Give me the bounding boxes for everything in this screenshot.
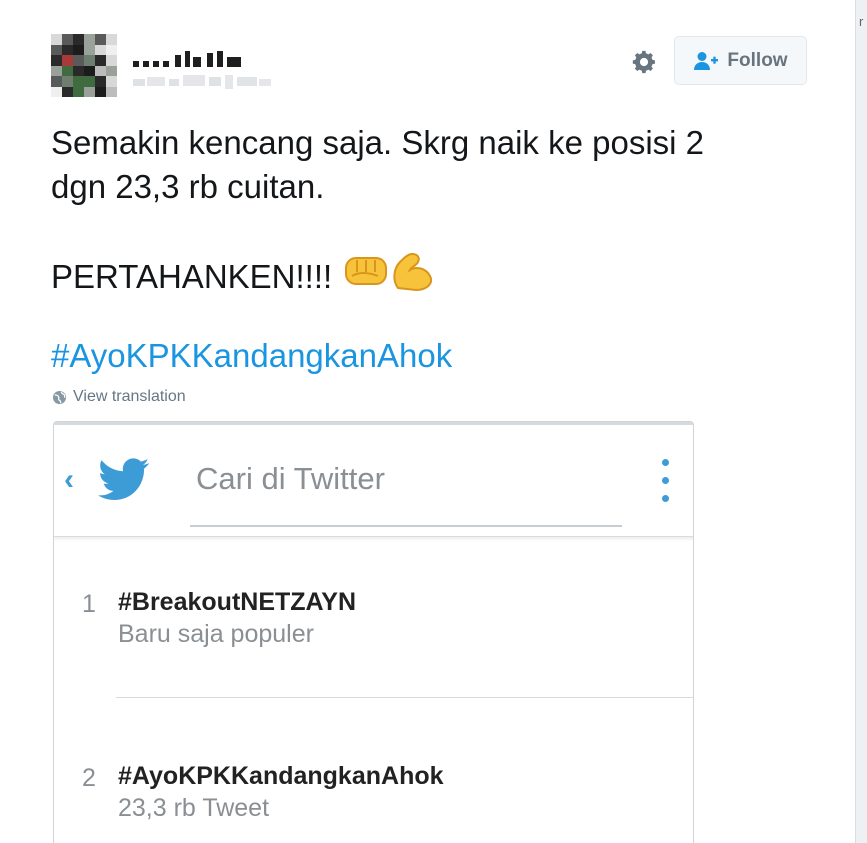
gear-icon[interactable] bbox=[630, 48, 658, 76]
hashtag-link[interactable]: #AyoKPKKandangkanAhok bbox=[51, 334, 452, 378]
tweet-text-line-3: PERTAHANKEN!!!! bbox=[51, 250, 436, 303]
follow-button[interactable]: Follow bbox=[674, 36, 807, 85]
trend-divider bbox=[116, 697, 693, 698]
tweet-text-exclaim: PERTAHANKEN!!!! bbox=[51, 257, 333, 295]
search-underline bbox=[190, 525, 622, 527]
view-translation-link[interactable]: View translation bbox=[52, 388, 186, 406]
trend-rank: 1 bbox=[82, 590, 96, 618]
twitter-bird-icon bbox=[98, 458, 150, 500]
follow-label: Follow bbox=[727, 49, 788, 71]
avatar[interactable] bbox=[51, 34, 117, 97]
display-name-redacted[interactable] bbox=[133, 47, 248, 69]
tweet-text-line-1: Semakin kencang saja. Skrg naik ke posis… bbox=[51, 124, 705, 161]
view-translation-label: View translation bbox=[73, 388, 186, 405]
trend-subtitle: Baru saja populer bbox=[118, 620, 314, 648]
trend-rank: 2 bbox=[82, 764, 96, 792]
search-input: Cari di Twitter bbox=[196, 461, 385, 496]
window-edge-glyph: r bbox=[859, 14, 864, 29]
back-chevron-icon: ‹ bbox=[64, 463, 74, 496]
more-options-icon bbox=[658, 459, 672, 507]
window-edge bbox=[855, 0, 867, 843]
trend-hashtag: #AyoKPKKandangkanAhok bbox=[118, 762, 444, 790]
globe-icon bbox=[52, 390, 67, 404]
handle-redacted bbox=[133, 73, 273, 91]
trend-subtitle: 23,3 rb Tweet bbox=[118, 794, 270, 822]
flexed-biceps-emoji-icon bbox=[390, 250, 436, 303]
tweet-text-line-2: dgn 23,3 rb cuitan. bbox=[51, 168, 325, 205]
trend-hashtag: #BreakoutNETZAYN bbox=[118, 588, 357, 616]
attached-photo[interactable]: ‹ Cari di Twitter 1 #BreakoutNETZAYN Bar… bbox=[53, 421, 694, 843]
add-user-icon bbox=[694, 51, 719, 70]
oncoming-fist-emoji-icon bbox=[344, 250, 390, 303]
app-search-bar: ‹ Cari di Twitter bbox=[54, 425, 693, 537]
